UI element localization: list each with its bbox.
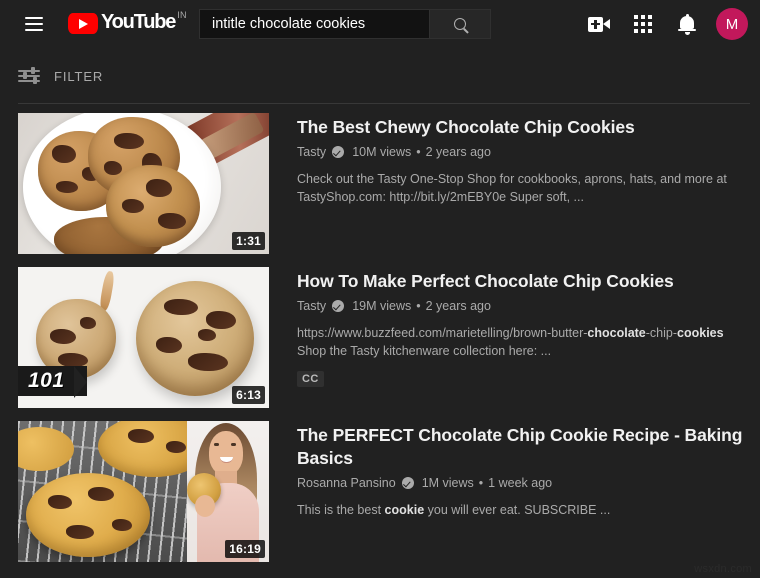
published-time: 2 years ago: [425, 145, 491, 159]
video-byline: Tasty 19M views • 2 years ago: [297, 299, 750, 313]
bell-glyph: [678, 14, 696, 35]
search-result-item[interactable]: 16:19 The PERFECT Chocolate Chip Cookie …: [0, 421, 760, 562]
watermark: wsxdn.com: [694, 563, 752, 575]
view-count: 1M views: [421, 476, 474, 490]
video-title[interactable]: The PERFECT Chocolate Chip Cookie Recipe…: [297, 424, 750, 470]
video-description: This is the best cookie you will ever ea…: [297, 503, 611, 517]
video-description: https://www.buzzfeed.com/marietelling/br…: [297, 326, 724, 358]
notifications-bell-icon[interactable]: [670, 7, 704, 41]
thumbnail-overlay-badge: 101: [18, 366, 87, 398]
video-duration: 16:19: [225, 540, 265, 558]
video-meta: The Best Chewy Chocolate Chip Cookies Ta…: [269, 113, 750, 254]
closed-captions-badge: CC: [297, 371, 324, 387]
video-byline: Rosanna Pansino 1M views • 1 week ago: [297, 476, 750, 490]
video-meta: How To Make Perfect Chocolate Chip Cooki…: [269, 267, 750, 408]
video-title[interactable]: How To Make Perfect Chocolate Chip Cooki…: [297, 270, 750, 293]
search-input[interactable]: [212, 16, 421, 32]
youtube-logo[interactable]: YouTube IN: [68, 10, 187, 38]
camera-plus-glyph: [588, 16, 610, 32]
video-meta: The PERFECT Chocolate Chip Cookie Recipe…: [269, 421, 750, 562]
video-thumbnail[interactable]: 16:19: [18, 421, 269, 562]
verified-badge-icon: [332, 146, 345, 158]
meta-separator: •: [416, 145, 421, 159]
search-result-item[interactable]: 1:31 The Best Chewy Chocolate Chip Cooki…: [0, 113, 760, 254]
hamburger-menu-icon[interactable]: [14, 4, 54, 44]
search-bar: [199, 9, 491, 39]
youtube-country-code: IN: [177, 10, 187, 20]
masthead-actions: M: [582, 0, 748, 48]
published-time: 2 years ago: [425, 299, 491, 313]
view-count: 19M views: [352, 299, 412, 313]
search-submit-button[interactable]: [429, 9, 491, 39]
search-input-wrapper[interactable]: [199, 9, 429, 39]
channel-name[interactable]: Rosanna Pansino: [297, 476, 396, 490]
filter-label: FILTER: [54, 68, 104, 84]
filter-bar: FILTER: [0, 48, 760, 104]
filter-button[interactable]: FILTER: [18, 58, 103, 94]
youtube-play-icon: [68, 13, 98, 34]
menu-line: [25, 17, 43, 19]
avatar[interactable]: M: [716, 8, 748, 40]
video-thumbnail[interactable]: 101 6:13: [18, 267, 269, 408]
channel-name[interactable]: Tasty: [297, 145, 326, 159]
video-duration: 6:13: [232, 386, 265, 404]
search-icon: [454, 18, 466, 30]
meta-separator: •: [416, 299, 421, 313]
video-thumbnail[interactable]: 1:31: [18, 113, 269, 254]
video-title[interactable]: The Best Chewy Chocolate Chip Cookies: [297, 116, 750, 139]
grid-glyph: [634, 15, 652, 33]
video-byline: Tasty 10M views • 2 years ago: [297, 145, 750, 159]
menu-line: [25, 29, 43, 31]
published-time: 1 week ago: [488, 476, 553, 490]
channel-name[interactable]: Tasty: [297, 299, 326, 313]
search-result-item[interactable]: 101 6:13 How To Make Perfect Chocolate C…: [0, 267, 760, 408]
view-count: 10M views: [352, 145, 412, 159]
create-video-icon[interactable]: [582, 7, 616, 41]
verified-badge-icon: [401, 477, 414, 489]
apps-grid-icon[interactable]: [626, 7, 660, 41]
video-duration: 1:31: [232, 232, 265, 250]
menu-line: [25, 23, 43, 25]
search-results-list: 1:31 The Best Chewy Chocolate Chip Cooki…: [0, 104, 760, 562]
filter-sliders-icon: [18, 67, 40, 84]
verified-badge-icon: [332, 300, 345, 312]
video-description: Check out the Tasty One-Stop Shop for co…: [297, 172, 727, 204]
youtube-logo-text: YouTube: [101, 11, 176, 33]
masthead: YouTube IN M: [0, 0, 760, 48]
meta-separator: •: [478, 476, 484, 490]
filter-divider: [18, 103, 750, 104]
